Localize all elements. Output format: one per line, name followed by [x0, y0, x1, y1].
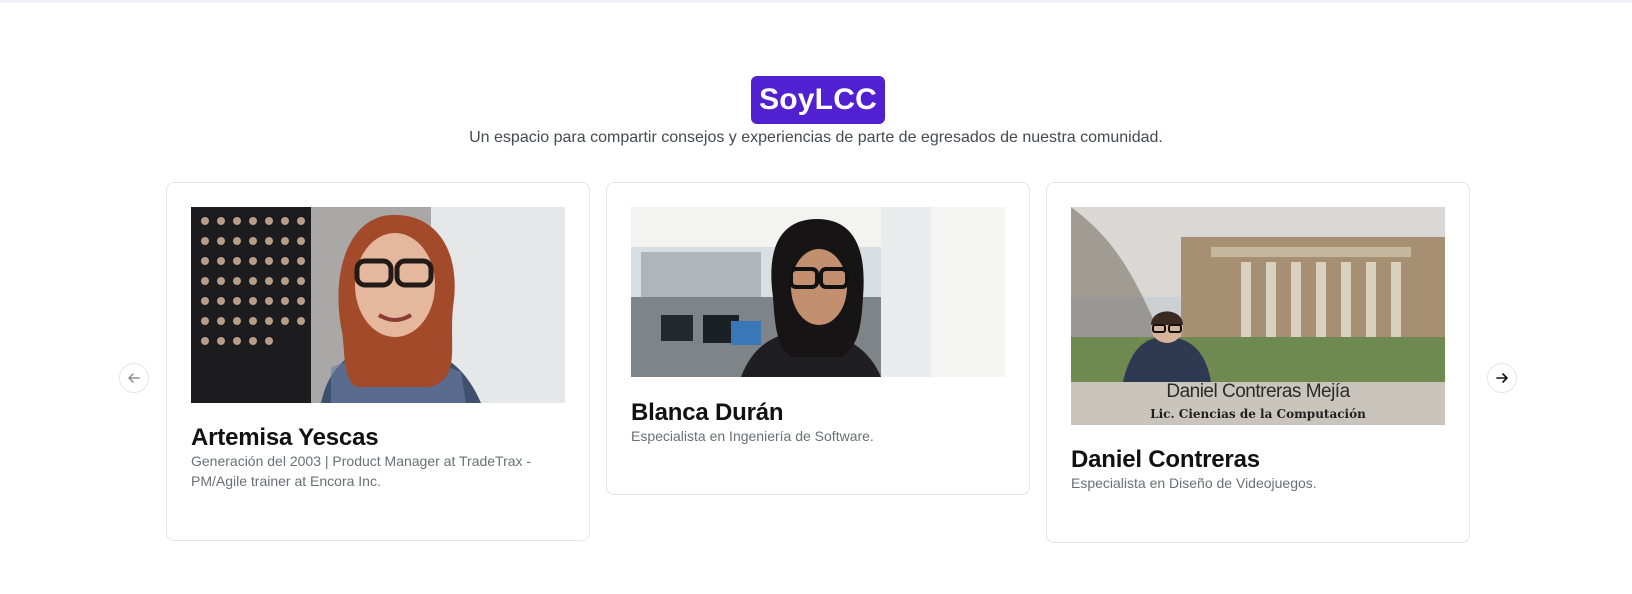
overlay-title: Daniel Contreras Mejía: [1166, 381, 1350, 402]
card-description: Especialista en Ingeniería de Software.: [631, 428, 874, 444]
card-name: Artemisa Yescas: [191, 424, 379, 451]
carousel-prev-button[interactable]: [119, 363, 149, 393]
top-border: [0, 0, 1632, 3]
card-name: Blanca Durán: [631, 399, 784, 426]
section-subtitle: Un espacio para compartir consejos y exp…: [469, 129, 1163, 146]
brand-badge: SoyLCC: [751, 76, 885, 124]
video-thumbnail[interactable]: [191, 207, 565, 403]
card-description: Especialista en Diseño de Videojuegos.: [1071, 475, 1317, 491]
carousel-next-button[interactable]: [1487, 363, 1517, 393]
arrow-left-icon: [128, 373, 140, 383]
overlay-subtitle: Lic. Ciencias de la Computación: [1150, 407, 1366, 421]
arrow-right-icon: [1496, 373, 1508, 383]
video-thumbnail[interactable]: Daniel Contreras Mejía Lic. Ciencias de …: [1071, 207, 1445, 425]
video-thumbnail[interactable]: [631, 207, 1005, 377]
testimonial-card[interactable]: Artemisa Yescas Generación del 2003 | Pr…: [166, 182, 590, 541]
card-description: Generación del 2003 | Product Manager at…: [191, 453, 532, 489]
card-name: Daniel Contreras: [1071, 446, 1260, 473]
testimonial-card[interactable]: Daniel Contreras Mejía Lic. Ciencias de …: [1046, 182, 1470, 543]
testimonial-card[interactable]: Blanca Durán Especialista en Ingeniería …: [606, 182, 1030, 495]
